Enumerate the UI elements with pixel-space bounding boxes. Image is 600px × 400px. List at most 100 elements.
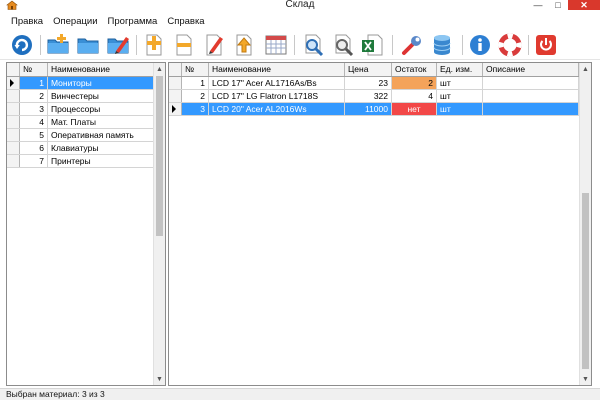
menu-program[interactable]: Программа	[108, 16, 158, 27]
cell-name[interactable]: Мониторы	[48, 77, 154, 89]
table-row[interactable]: 7 Принтеры	[7, 155, 154, 168]
row-indicator[interactable]	[7, 77, 20, 89]
col-description[interactable]: Описание	[483, 63, 579, 76]
col-price[interactable]: Цена	[345, 63, 392, 76]
scroll-up-arrow-icon[interactable]: ▲	[580, 63, 591, 75]
cell-price[interactable]: 322	[345, 90, 392, 102]
cell-number[interactable]: 7	[20, 155, 48, 167]
current-row-arrow-icon	[10, 79, 14, 87]
maximize-button[interactable]: □	[548, 0, 568, 10]
cell-name[interactable]: Винчестеры	[48, 90, 154, 102]
cell-number[interactable]: 3	[20, 103, 48, 115]
materials-scrollbar[interactable]: ▲ ▼	[579, 63, 591, 385]
table-row[interactable]: 1 Мониторы	[7, 77, 154, 90]
table-row[interactable]: 1 LCD 17" Acer AL1716As/Bs 23 2 шт	[169, 77, 579, 90]
minimize-button[interactable]: —	[528, 0, 548, 10]
categories-body: 1 Мониторы 2 Винчестеры 3 Процессоры 4 Мат. Пла…	[7, 77, 154, 168]
scroll-thumb[interactable]	[156, 76, 163, 236]
table-row[interactable]: 5 Оперативная память	[7, 129, 154, 142]
row-indicator[interactable]	[169, 103, 182, 115]
row-indicator[interactable]	[7, 103, 20, 115]
scroll-down-arrow-icon[interactable]: ▼	[580, 373, 591, 385]
open-folder-icon[interactable]	[76, 33, 100, 57]
move-up-icon[interactable]	[232, 33, 256, 57]
col-name[interactable]: Наименование	[48, 63, 154, 76]
cell-number[interactable]: 1	[182, 77, 209, 89]
col-number[interactable]: №	[20, 63, 48, 76]
cell-number[interactable]: 2	[182, 90, 209, 102]
scroll-down-arrow-icon[interactable]: ▼	[154, 373, 165, 385]
row-indicator[interactable]	[7, 90, 20, 102]
row-indicator[interactable]	[169, 77, 182, 89]
print-preview-icon[interactable]	[332, 33, 356, 57]
table-row[interactable]: 2 Винчестеры	[7, 90, 154, 103]
cell-unit[interactable]: шт	[437, 77, 483, 89]
cell-number[interactable]: 3	[182, 103, 209, 115]
cell-unit[interactable]: шт	[437, 103, 483, 115]
scroll-up-arrow-icon[interactable]: ▲	[154, 63, 165, 75]
categories-header: № Наименование	[7, 63, 154, 77]
help-lifebuoy-icon[interactable]	[498, 33, 522, 57]
row-indicator[interactable]	[7, 142, 20, 154]
table-row[interactable]: 3 LCD 20" Acer AL2016Ws 11000 нет шт	[169, 103, 579, 116]
cell-price[interactable]: 11000	[345, 103, 392, 115]
cell-name[interactable]: Принтеры	[48, 155, 154, 167]
cell-number[interactable]: 2	[20, 90, 48, 102]
materials-grid[interactable]: № Наименование Цена Остаток Ед. изм. Опи…	[168, 62, 592, 386]
cell-price[interactable]: 23	[345, 77, 392, 89]
table-row[interactable]: 6 Клавиатуры	[7, 142, 154, 155]
cell-description[interactable]	[483, 90, 579, 102]
materials-header: № Наименование Цена Остаток Ед. изм. Опи…	[169, 63, 579, 77]
row-indicator[interactable]	[7, 129, 20, 141]
edit-item-icon[interactable]	[202, 33, 226, 57]
add-folder-icon[interactable]	[46, 33, 70, 57]
search-icon[interactable]	[302, 33, 326, 57]
col-number[interactable]: №	[182, 63, 209, 76]
cell-stock[interactable]: 2	[392, 77, 437, 89]
menu-operations[interactable]: Операции	[53, 16, 97, 27]
categories-grid[interactable]: № Наименование 1 Мониторы 2 Винчестеры 3 Проц…	[6, 62, 166, 386]
menu-edit[interactable]: Правка	[11, 16, 43, 27]
database-icon[interactable]	[430, 33, 454, 57]
cell-number[interactable]: 5	[20, 129, 48, 141]
cell-name[interactable]: Мат. Платы	[48, 116, 154, 128]
cell-unit[interactable]: шт	[437, 90, 483, 102]
cell-name[interactable]: Клавиатуры	[48, 142, 154, 154]
cell-description[interactable]	[483, 77, 579, 89]
table-row[interactable]: 3 Процессоры	[7, 103, 154, 116]
categories-scrollbar[interactable]: ▲ ▼	[153, 63, 165, 385]
row-indicator[interactable]	[7, 116, 20, 128]
cell-number[interactable]: 1	[20, 77, 48, 89]
col-unit[interactable]: Ед. изм.	[437, 63, 483, 76]
cell-name[interactable]: LCD 20" Acer AL2016Ws	[209, 103, 345, 115]
refresh-icon[interactable]	[10, 33, 34, 57]
table-row[interactable]: 4 Мат. Платы	[7, 116, 154, 129]
cell-stock[interactable]: 4	[392, 90, 437, 102]
cell-description[interactable]	[483, 103, 579, 115]
edit-folder-icon[interactable]	[106, 33, 130, 57]
info-icon[interactable]	[468, 33, 492, 57]
cell-name[interactable]: Оперативная память	[48, 129, 154, 141]
table-row[interactable]: 2 LCD 17" LG Flatron L1718S 322 4 шт	[169, 90, 579, 103]
menu-bar: Правка Операции Программа Справка	[0, 12, 600, 30]
cell-name[interactable]: LCD 17" Acer AL1716As/Bs	[209, 77, 345, 89]
calendar-icon[interactable]	[264, 33, 288, 57]
scroll-thumb[interactable]	[582, 193, 589, 369]
row-indicator[interactable]	[7, 155, 20, 167]
materials-body: 1 LCD 17" Acer AL1716As/Bs 23 2 шт 2 LCD 17" L…	[169, 77, 579, 116]
export-excel-icon[interactable]	[360, 33, 384, 57]
remove-item-icon[interactable]	[172, 33, 196, 57]
col-stock[interactable]: Остаток	[392, 63, 437, 76]
menu-help[interactable]: Справка	[167, 16, 204, 27]
add-item-icon[interactable]	[142, 33, 166, 57]
cell-name[interactable]: Процессоры	[48, 103, 154, 115]
cell-stock[interactable]: нет	[392, 103, 437, 115]
settings-wrench-icon[interactable]	[400, 33, 424, 57]
cell-number[interactable]: 6	[20, 142, 48, 154]
row-indicator[interactable]	[169, 90, 182, 102]
cell-number[interactable]: 4	[20, 116, 48, 128]
cell-name[interactable]: LCD 17" LG Flatron L1718S	[209, 90, 345, 102]
exit-power-icon[interactable]	[534, 33, 558, 57]
close-button[interactable]: ✕	[568, 0, 600, 10]
col-name[interactable]: Наименование	[209, 63, 345, 76]
